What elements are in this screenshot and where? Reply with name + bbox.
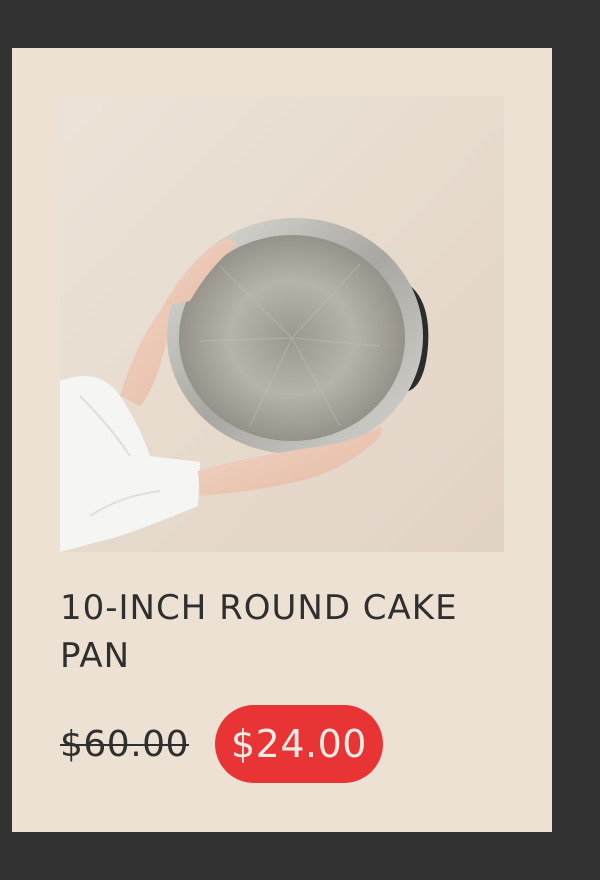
price-row: $60.00 $24.00 (60, 704, 383, 784)
sale-price-badge: $24.00 (214, 705, 383, 783)
product-card[interactable]: 10-Inch Round Cake Pan $60.00 $24.00 (12, 48, 552, 832)
product-title[interactable]: 10-Inch Round Cake Pan (60, 584, 500, 680)
original-price: $60.00 (60, 723, 189, 765)
product-image[interactable] (60, 96, 504, 552)
cake-pan-photo (60, 96, 504, 552)
